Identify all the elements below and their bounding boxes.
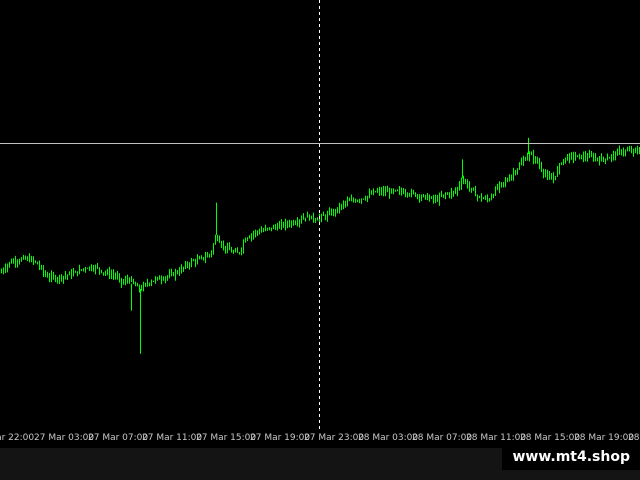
watermark: www.mt4.shop (502, 444, 640, 470)
time-tick-label: 27 Mar 15:00 (196, 433, 257, 443)
time-tick-label: 28 (628, 433, 640, 443)
time-tick-label: 27 Mar 11:00 (142, 433, 203, 443)
time-tick-label: 28 Mar 11:00 (466, 433, 527, 443)
bottom-strip: www.mt4.shop (0, 444, 640, 480)
price-chart[interactable] (0, 0, 640, 432)
time-tick-label: 27 Mar 03:00 (34, 433, 95, 443)
time-tick-label: 28 Mar 03:00 (358, 433, 419, 443)
candlestick-chart[interactable] (0, 0, 640, 432)
time-tick-label: 27 Mar 22:00 (0, 433, 35, 443)
time-tick-label: 28 Mar 19:00 (574, 433, 635, 443)
time-tick-label: 27 Mar 23:00 (304, 433, 365, 443)
time-tick-label: 27 Mar 19:00 (250, 433, 311, 443)
time-tick-label: 27 Mar 07:00 (88, 433, 149, 443)
time-tick-label: 28 Mar 15:00 (520, 433, 581, 443)
time-tick-label: 28 Mar 07:00 (412, 433, 473, 443)
